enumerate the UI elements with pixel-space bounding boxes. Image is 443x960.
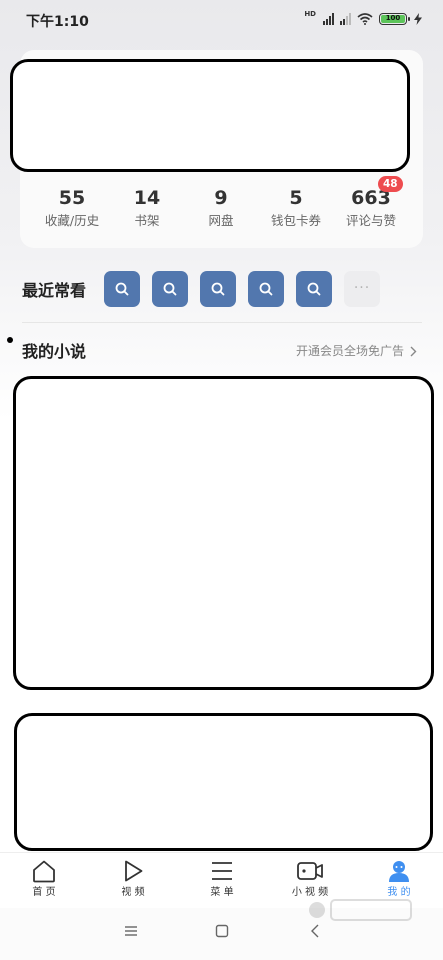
wifi-icon — [357, 13, 373, 25]
recent-item[interactable] — [152, 271, 188, 307]
stat-label: 评论与赞 — [345, 213, 396, 228]
redacted-content-block — [14, 713, 433, 851]
recent-apps-icon[interactable] — [124, 924, 138, 938]
status-time: 下午1:10 — [26, 14, 89, 30]
section-title-my-novels: 我的小说 — [22, 342, 87, 361]
nav-video[interactable]: 视 频 — [103, 859, 163, 900]
nav-label: 视 频 — [121, 887, 145, 898]
nav-label: 菜 单 — [210, 887, 234, 898]
short-video-icon — [297, 862, 323, 880]
nav-home[interactable]: 首 页 — [14, 859, 74, 900]
search-icon — [163, 282, 177, 296]
play-icon — [125, 860, 143, 882]
battery-level: 100 — [381, 15, 405, 23]
recent-item[interactable] — [200, 271, 236, 307]
divider — [22, 322, 422, 323]
hd-icon: HD — [304, 10, 316, 18]
search-icon — [307, 282, 321, 296]
signal-icon — [323, 13, 334, 25]
search-icon — [211, 282, 225, 296]
recent-label: 最近常看 — [22, 281, 87, 300]
recent-item[interactable] — [104, 271, 140, 307]
watermark-logo — [309, 899, 412, 921]
stat-value: 663 — [351, 187, 391, 209]
vip-ad-free-link[interactable]: 开通会员全场免广告 — [296, 342, 417, 360]
home-icon — [33, 860, 55, 883]
nav-label: 首 页 — [32, 887, 56, 898]
stat-comments-likes[interactable]: 663 评论与赞 — [326, 186, 416, 231]
vip-link-label: 开通会员全场免广告 — [295, 344, 404, 358]
chevron-right-icon — [410, 346, 417, 356]
notification-badge: 48 — [378, 176, 403, 192]
charging-icon — [414, 13, 422, 25]
recent-item[interactable] — [248, 271, 284, 307]
menu-icon — [212, 862, 232, 880]
status-icons: HD 100 — [304, 11, 423, 27]
redacted-profile-header — [10, 59, 410, 172]
more-button[interactable]: ··· — [344, 271, 380, 307]
search-icon — [259, 282, 273, 296]
recent-item[interactable] — [296, 271, 332, 307]
nav-menu[interactable]: 菜 单 — [192, 859, 252, 900]
battery-icon: 100 — [379, 13, 410, 25]
signal-2-icon — [340, 13, 351, 25]
stats-row: 55 收藏/历史 14 书架 9 网盘 5 钱包卡券 663 评论与赞 — [0, 186, 443, 234]
redacted-novel-content — [13, 376, 434, 690]
profile-icon — [389, 861, 409, 882]
search-icon — [115, 282, 129, 296]
home-square-icon[interactable] — [215, 924, 229, 938]
marker-dot — [7, 337, 13, 343]
status-bar: 下午1:10 HD 100 — [0, 0, 443, 38]
